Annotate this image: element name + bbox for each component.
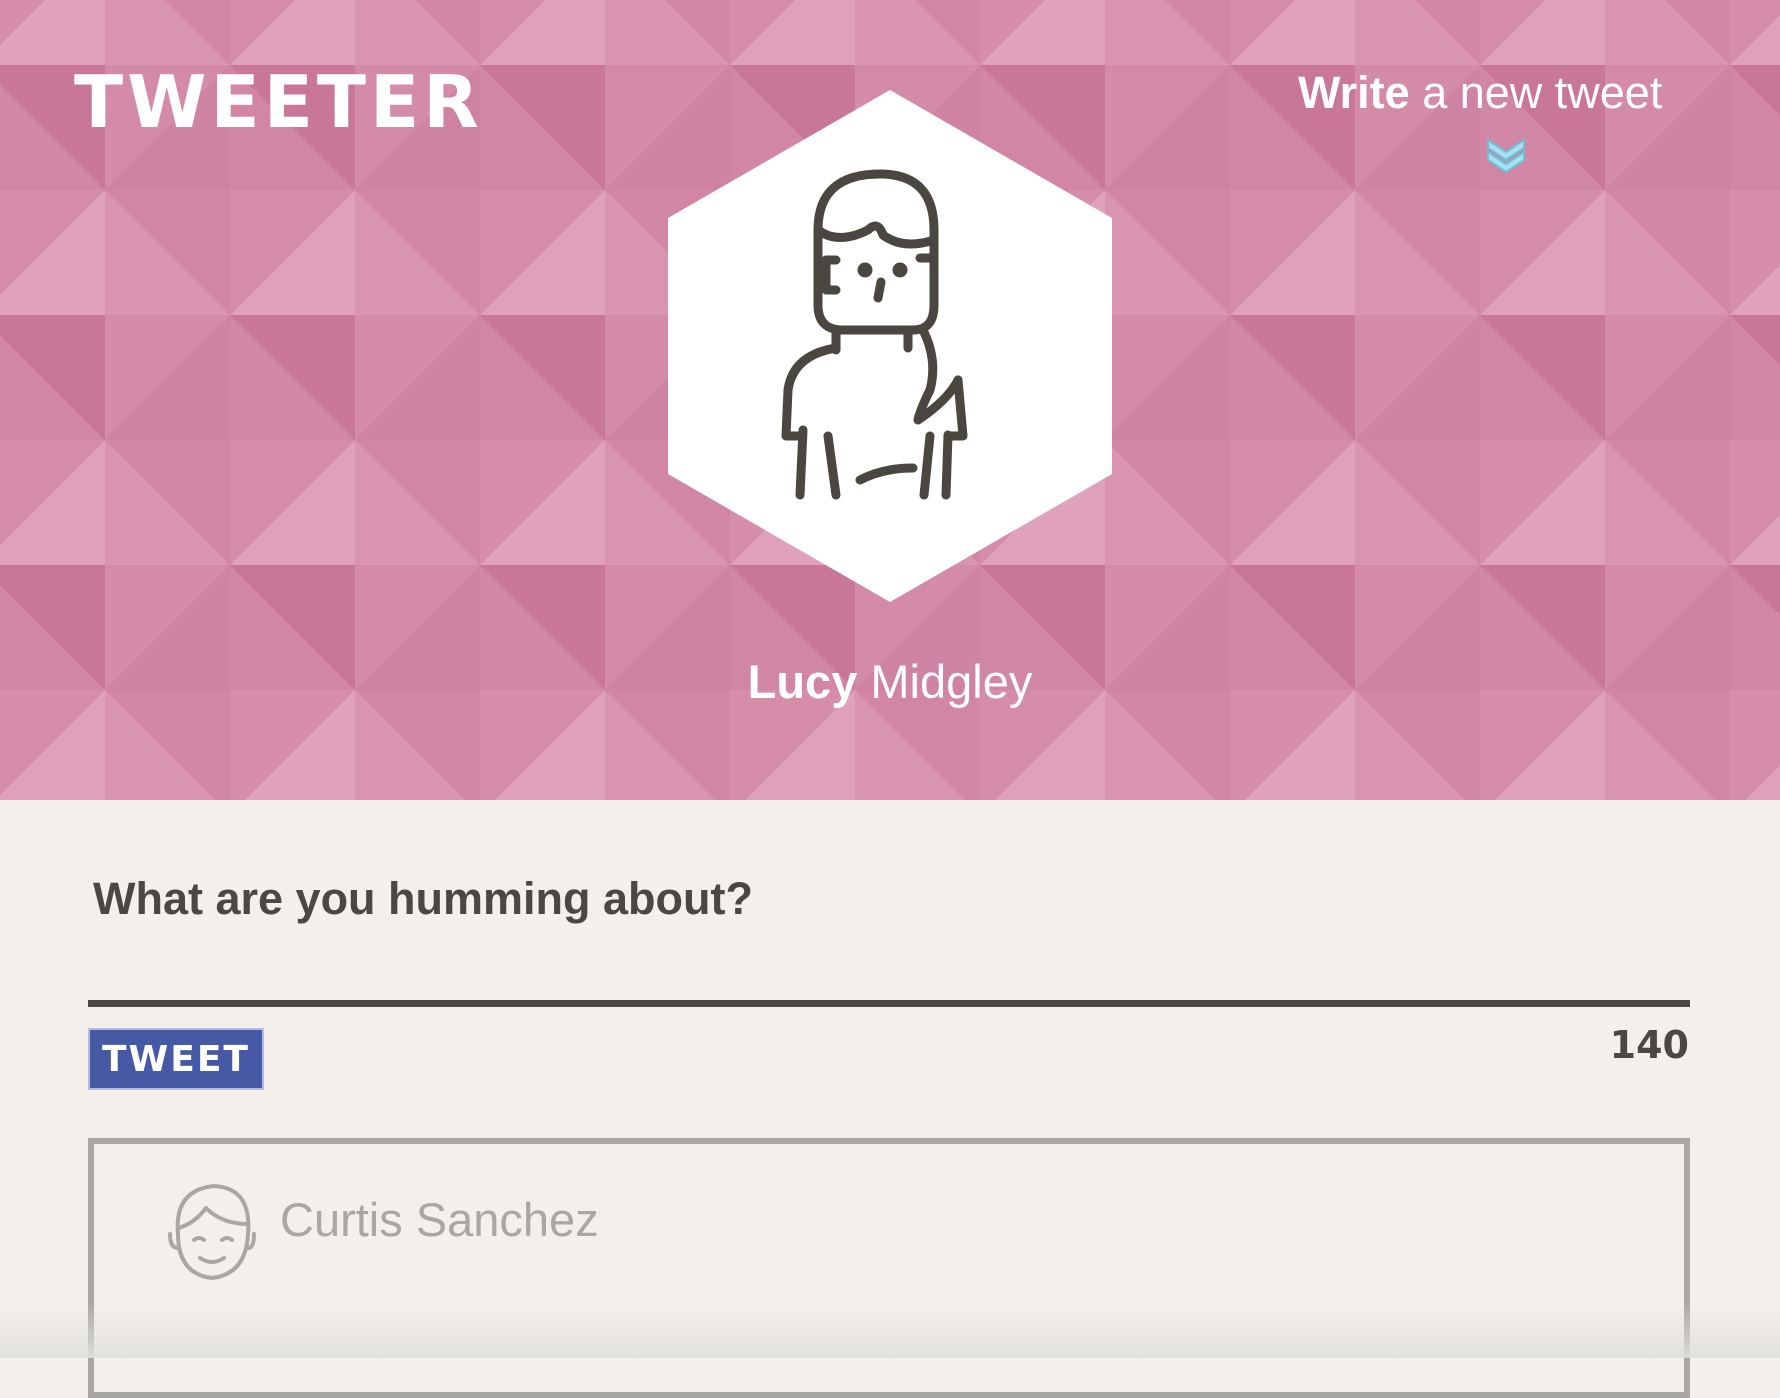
user-first-name: Lucy — [747, 655, 858, 708]
tweet-button[interactable]: TWEET — [88, 1028, 264, 1090]
write-link-bold: Write — [1298, 67, 1410, 118]
profile-header: TWEETER Write a new tweet Lucy Midgley — [0, 0, 1780, 800]
user-full-name: Lucy Midgley — [0, 658, 1780, 705]
user-avatar — [668, 90, 1112, 602]
tweet-author-name[interactable]: Curtis Sanchez — [280, 1196, 599, 1243]
write-link-text: a new tweet — [1409, 67, 1663, 118]
write-new-tweet-link[interactable]: Write a new tweet — [1298, 70, 1662, 115]
app-logo[interactable]: TWEETER — [74, 66, 483, 138]
double-chevron-down-icon[interactable] — [1484, 136, 1528, 176]
tweet-card[interactable]: Curtis Sanchez — [88, 1138, 1690, 1398]
smiling-face-icon — [168, 1184, 256, 1280]
compose-prompt[interactable]: What are you humming about? — [93, 876, 753, 921]
character-counter: 140 — [1609, 1023, 1689, 1067]
compose-input-underline[interactable] — [88, 1000, 1690, 1007]
user-last-name: Midgley — [857, 655, 1033, 708]
